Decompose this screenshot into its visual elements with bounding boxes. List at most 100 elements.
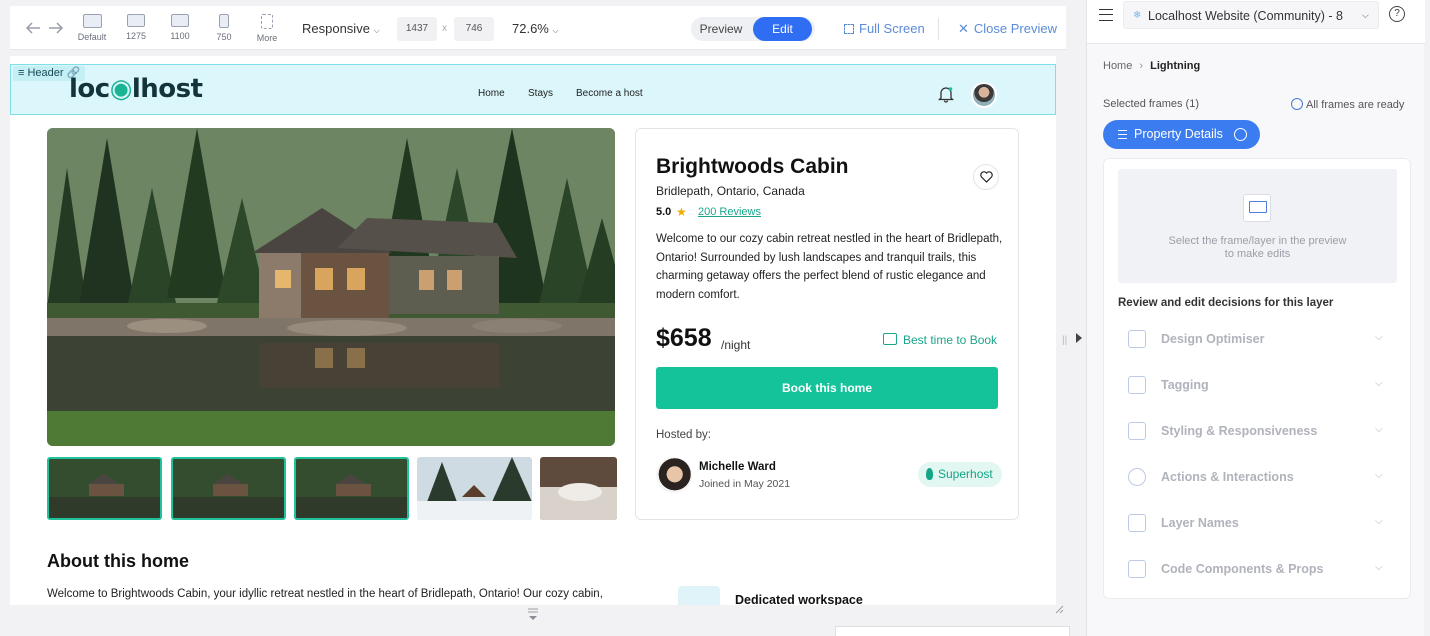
edit-tab[interactable]: Edit [753,17,812,41]
help-icon[interactable]: ? [1389,6,1405,22]
responsive-dropdown[interactable]: Responsive ⌵ [302,21,380,36]
header-tag-label: Header [27,67,64,79]
preview-edit-toggle: Preview Edit [691,17,815,41]
favorite-button[interactable] [973,164,999,190]
panel-resize-handle[interactable]: || [1062,335,1067,346]
property-hero-image [47,128,615,446]
tablet-portrait-icon [219,14,229,28]
design-optimiser-icon [1128,330,1146,348]
breadcrumb: Home › Lightning [1103,60,1200,72]
device-more-button[interactable]: More [245,14,289,43]
superhost-label: Superhost [938,467,993,481]
thumbnail-2[interactable] [171,457,286,520]
tablet-landscape-icon [171,14,189,27]
selected-frames-label: Selected frames (1) [1103,98,1199,110]
thumbnail-1[interactable] [47,457,162,520]
frame-pill-property-details[interactable]: Property Details [1103,120,1260,149]
user-avatar[interactable] [971,82,997,108]
property-details-card: Brightwoods Cabin Bridlepath, Ontario, C… [635,128,1019,520]
device-default-button[interactable]: Default [70,14,114,42]
workspace-label: Dedicated workspace [735,593,863,605]
resize-grip-icon[interactable] [1054,604,1064,614]
section-label: Tagging [1161,378,1209,392]
site-logo[interactable]: loc◉lhost [69,74,203,104]
thumbnail-image [173,459,284,518]
width-input[interactable]: 1437 [397,17,437,41]
nav-become-host[interactable]: Become a host [576,88,643,99]
reviews-link[interactable]: 200 Reviews [698,206,761,218]
section-actions[interactable]: Actions & Interactions ⌵ [1118,457,1397,497]
drag-handle-icon: ≡ [18,67,25,79]
section-label: Styling & Responsiveness [1161,424,1318,438]
breadcrumb-current: Lightning [1150,60,1201,72]
chevron-down-icon: ⌵ [552,26,559,35]
device-1100-button[interactable]: 1100 [158,14,202,41]
bell-icon[interactable] [937,85,955,103]
chevron-down-icon: ⌵ [1375,424,1383,435]
bottom-panel-tab[interactable] [835,626,1070,636]
device-750-button[interactable]: 750 [202,14,246,42]
forward-arrow-icon[interactable] [48,21,64,35]
dimension-separator: x [442,23,447,34]
chevron-down-icon: ⌵ [1375,516,1383,527]
styling-icon [1128,422,1146,440]
layer-names-icon [1128,514,1146,532]
star-icon: ★ [676,205,687,219]
about-heading: About this home [47,551,189,571]
about-text: Welcome to Brightwoods Cabin, your idyll… [47,588,603,600]
section-code-components[interactable]: Code Components & Props ⌵ [1118,549,1397,589]
full-screen-button[interactable]: Full Screen [844,21,925,36]
section-label: Code Components & Props [1161,562,1324,576]
best-time-label: Best time to Book [903,333,998,347]
height-input[interactable]: 746 [454,17,494,41]
empty-state: Select the frame/layer in the preview to… [1118,169,1397,283]
host-joined: Joined in May 2021 [699,478,791,490]
empty-state-text: Select the frame/layer in the preview to… [1118,235,1397,261]
zoom-dropdown[interactable]: 72.6% ⌵ [512,21,559,36]
thumbnail-4[interactable] [417,457,532,520]
layer-edit-card: Select the frame/layer in the preview to… [1103,158,1411,599]
editor-side-panel: ❄ Localhost Website (Community) - 8 ⌵ ? … [1086,0,1425,636]
empty-line-1: Select the frame/layer in the preview [1168,235,1347,247]
section-tagging[interactable]: Tagging ⌵ [1118,365,1397,405]
nav-stays[interactable]: Stays [528,88,553,99]
workspace-icon [678,586,720,605]
bottom-drag-handle-icon[interactable] [526,607,540,621]
select-layer-icon [1243,194,1271,222]
site-header-frame[interactable]: ≡ Header 🔗 loc◉lhost Home Stays Become a… [10,64,1056,115]
preview-tab[interactable]: Preview [691,17,751,41]
property-title: Brightwoods Cabin [656,155,849,178]
location-pin-icon: ◉ [109,74,133,104]
project-name: Localhost Website (Community) - 8 [1148,9,1343,23]
app-root: Default 1275 1100 750 More Responsive ⌵ … [0,0,1430,636]
actions-icon [1128,468,1146,486]
list-icon [1118,130,1127,139]
tagging-icon [1128,376,1146,394]
thumbnail-3[interactable] [294,457,409,520]
project-selector[interactable]: ❄ Localhost Website (Community) - 8 ⌵ [1123,1,1379,29]
section-layer-names[interactable]: Layer Names ⌵ [1118,503,1397,543]
responsive-label: Responsive [302,21,370,36]
breadcrumb-separator-icon: › [1139,60,1144,72]
book-button[interactable]: Book this home [656,367,998,409]
chevron-down-icon: ⌵ [1375,470,1383,481]
menu-icon[interactable] [1099,9,1113,21]
thumbnail-image [417,457,532,520]
collapse-arrow-icon[interactable] [1076,333,1082,343]
nav-home[interactable]: Home [478,88,505,99]
check-circle-icon [1291,98,1303,110]
section-design-optimiser[interactable]: Design Optimiser ⌵ [1118,319,1397,359]
back-arrow-icon[interactable] [25,21,41,35]
section-label: Actions & Interactions [1161,470,1294,484]
section-styling[interactable]: Styling & Responsiveness ⌵ [1118,411,1397,451]
host-avatar[interactable] [656,457,692,493]
device-1275-button[interactable]: 1275 [114,14,158,41]
breadcrumb-home[interactable]: Home [1103,60,1132,72]
close-preview-button[interactable]: ✕ Close Preview [958,21,1057,37]
frames-ready-label: All frames are ready [1306,99,1405,111]
preview-canvas: ≡ Header 🔗 loc◉lhost Home Stays Become a… [10,56,1056,605]
best-time-link[interactable]: Best time to Book [883,332,997,347]
section-label: Layer Names [1161,516,1239,530]
thumbnail-5[interactable] [540,457,617,520]
property-description: Welcome to our cozy cabin retreat nestle… [656,233,1003,301]
